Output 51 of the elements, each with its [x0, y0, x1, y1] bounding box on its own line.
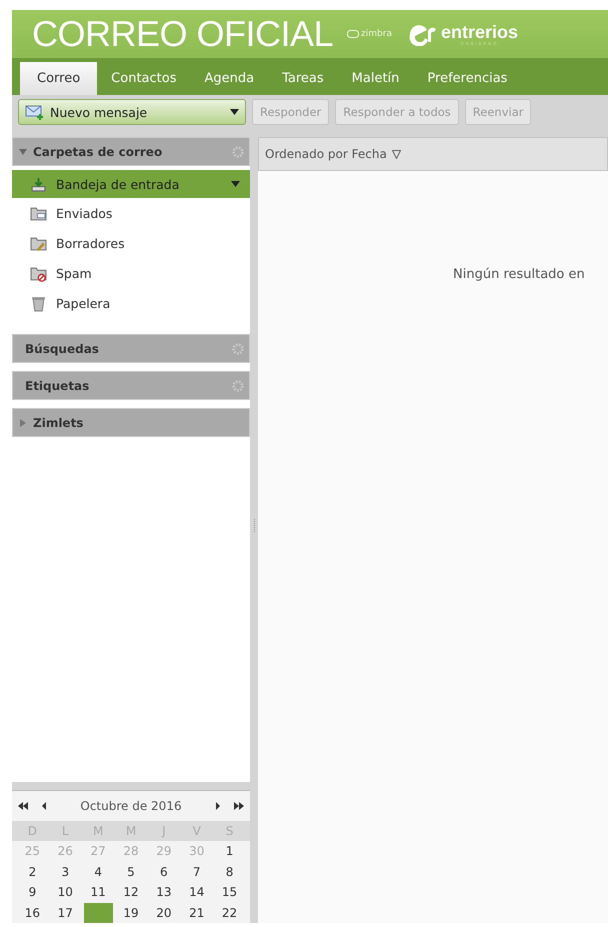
- splitter-handle[interactable]: [252, 519, 256, 533]
- calendar-day[interactable]: 15: [213, 882, 246, 902]
- calendar-day[interactable]: [84, 902, 113, 923]
- calendar-day[interactable]: 12: [114, 882, 148, 902]
- folder-icon: [30, 204, 47, 222]
- calendar-day[interactable]: 6: [147, 862, 180, 882]
- calendar-day[interactable]: 17: [48, 902, 82, 923]
- calendar-day[interactable]: 16: [16, 902, 49, 923]
- new-message-button[interactable]: Nuevo mensaje: [18, 99, 246, 125]
- folder-item[interactable]: Enviados: [12, 198, 250, 228]
- calendar-day[interactable]: 8: [213, 862, 246, 882]
- inbox-icon: [30, 176, 47, 192]
- sort-icon[interactable]: [392, 150, 401, 158]
- calendar-day[interactable]: 14: [180, 882, 214, 902]
- calendar-day[interactable]: 13: [147, 882, 180, 902]
- calendar-day[interactable]: 5: [114, 862, 148, 882]
- empty-message: Ningún resultado en: [453, 267, 585, 282]
- month-label: Octubre de 2016: [79, 798, 183, 812]
- next-year-icon[interactable]: [234, 802, 244, 810]
- calendar-day[interactable]: 11: [82, 882, 115, 902]
- calendar-day[interactable]: 20: [147, 902, 180, 923]
- folder-item[interactable]: Bandeja de entrada: [12, 170, 250, 198]
- calendar-day[interactable]: 7: [180, 862, 214, 882]
- calendar-day[interactable]: 10: [48, 882, 82, 902]
- calendar-day[interactable]: 3: [48, 862, 82, 882]
- trash-icon: [30, 294, 47, 312]
- folders-header[interactable]: Carpetas de correo: [12, 137, 250, 166]
- previous-year-icon[interactable]: [18, 802, 28, 810]
- mail-icon: [25, 104, 45, 120]
- section-header[interactable]: Zimlets: [12, 408, 250, 437]
- folder-icon: [30, 234, 47, 252]
- nav-tab[interactable]: Correo: [20, 62, 98, 95]
- folder-icon: [30, 264, 47, 282]
- app-title: CORREO OFICIAL: [32, 13, 334, 55]
- expand-triangle-icon[interactable]: [19, 148, 27, 156]
- calendar-day[interactable]: 22: [213, 902, 246, 923]
- calendar-day[interactable]: 1: [213, 841, 246, 862]
- folder-item[interactable]: Borradores: [12, 228, 250, 258]
- calendar-day[interactable]: 9: [16, 882, 49, 902]
- calendar-day[interactable]: 4: [82, 862, 115, 882]
- section-header[interactable]: Búsquedas: [12, 334, 250, 363]
- calendar-day[interactable]: 21: [180, 902, 214, 923]
- folder-item[interactable]: Papelera: [12, 288, 250, 318]
- section-header[interactable]: Etiquetas: [12, 371, 250, 400]
- caret-icon[interactable]: [230, 109, 239, 115]
- caret-icon[interactable]: [231, 181, 240, 187]
- sort-header[interactable]: Ordenado por Fecha: [258, 137, 608, 171]
- calendar-day[interactable]: 19: [114, 902, 148, 923]
- folder-item[interactable]: Spam: [12, 258, 250, 288]
- zimbra-logo: zimbra: [347, 29, 392, 39]
- calendar-day[interactable]: 2: [16, 862, 49, 882]
